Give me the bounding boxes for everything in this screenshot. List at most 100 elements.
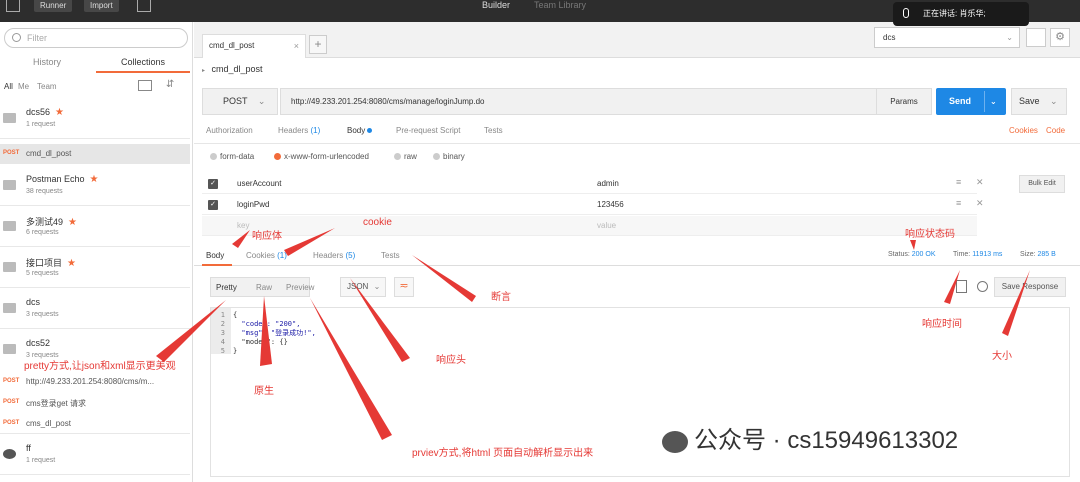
copy-icon[interactable] — [956, 280, 967, 293]
method-select[interactable]: POST ⌄ — [202, 88, 278, 115]
request-item[interactable]: POST http://49.233.201.254:8080/cms/m... — [0, 372, 190, 392]
value-placeholder[interactable]: value — [597, 221, 616, 230]
collection-count: 1 request — [26, 457, 56, 464]
new-collection-icon[interactable] — [138, 80, 152, 91]
import-button[interactable]: Import — [84, 0, 119, 12]
request-name-title[interactable]: ▸ cmd_dl_post — [202, 64, 263, 74]
params-button[interactable]: Params — [876, 88, 932, 115]
microphone-icon — [903, 8, 909, 18]
collection-item[interactable]: dcs 3 requests — [0, 288, 190, 329]
sort-icon[interactable]: ⇵ — [166, 79, 174, 90]
speaking-indicator: 正在讲话: 肖乐华; — [893, 2, 1029, 26]
collection-item[interactable]: Postman Echo ★ 38 requests — [0, 165, 190, 206]
collection-item[interactable]: 接口项目 ★ 5 requests — [0, 247, 190, 288]
chevron-down-icon[interactable]: ⌄ — [990, 88, 997, 115]
active-dot-icon — [367, 128, 373, 134]
response-tab-tests[interactable]: Tests — [381, 251, 400, 260]
format-select[interactable]: JSON ⌄ — [340, 277, 386, 297]
radio-urlencoded[interactable]: x-www-form-urlencoded — [274, 152, 369, 161]
radio-form-data[interactable]: form-data — [210, 152, 254, 161]
delete-icon[interactable]: ✕ — [976, 198, 984, 209]
tab-body[interactable]: Body — [347, 126, 373, 135]
view-pretty[interactable]: Pretty — [216, 283, 237, 292]
folder-icon — [3, 180, 16, 190]
radio-raw[interactable]: raw — [394, 152, 417, 161]
view-preview[interactable]: Preview — [286, 283, 314, 292]
key-field[interactable]: loginPwd — [237, 200, 269, 209]
request-item[interactable]: POST cms登录get 请求 — [0, 393, 190, 413]
format-value: JSON — [347, 282, 369, 291]
tab-prerequest-script[interactable]: Pre-request Script — [396, 126, 460, 135]
environment-select[interactable]: dcs ⌄ — [874, 27, 1020, 48]
url-input[interactable]: http://49.233.201.254:8080/cms/manage/lo… — [280, 88, 878, 115]
request-tab-label: cmd_dl_post — [209, 41, 255, 50]
close-icon[interactable]: × — [294, 35, 299, 57]
view-mode-group: Pretty Raw Preview — [210, 277, 314, 297]
tab-history[interactable]: History — [0, 53, 94, 73]
annotation-response-time: 响应时间 — [922, 319, 962, 330]
collection-name: dcs56 ★ — [26, 107, 64, 118]
search-icon[interactable] — [977, 281, 988, 292]
request-item[interactable]: POST cmd_dl_post — [0, 144, 190, 164]
tab-collections[interactable]: Collections — [96, 53, 190, 73]
form-row-empty: key value — [202, 216, 977, 236]
new-tab-icon[interactable] — [137, 0, 151, 12]
folder-icon — [3, 262, 16, 272]
radio-binary[interactable]: binary — [433, 152, 465, 161]
filter-team[interactable]: Team — [37, 82, 57, 91]
collection-item[interactable]: 多测试49 ★ 6 requests — [0, 206, 190, 247]
request-item[interactable]: POST cms_dl_post — [0, 414, 190, 434]
eye-icon[interactable] — [1026, 28, 1046, 47]
request-name: http://49.233.201.254:8080/cms/m... — [26, 377, 155, 386]
delete-icon[interactable]: ✕ — [976, 177, 984, 188]
value-field[interactable]: admin — [597, 179, 619, 188]
request-name: cms登录get 请求 — [26, 399, 87, 408]
tab-tests[interactable]: Tests — [484, 126, 503, 135]
cookies-link[interactable]: Cookies — [1009, 126, 1038, 135]
chevron-down-icon: ⌄ — [1050, 96, 1058, 106]
team-library-tab[interactable]: Team Library — [534, 0, 586, 11]
new-window-icon[interactable] — [6, 0, 20, 12]
annotation-preview: prviev方式,将html 页面自动解析显示出来 — [412, 448, 594, 459]
add-tab-button[interactable]: + — [309, 35, 327, 54]
filter-input[interactable]: Filter — [4, 28, 188, 48]
method-badge: POST — [3, 150, 20, 156]
key-placeholder[interactable]: key — [237, 221, 249, 230]
folder-icon — [3, 221, 16, 231]
filter-me[interactable]: Me — [18, 82, 29, 91]
annotation-size: 大小 — [992, 351, 1012, 362]
tab-authorization[interactable]: Authorization — [206, 126, 253, 135]
send-button[interactable]: Send ⌄ — [936, 88, 1006, 115]
tab-headers[interactable]: Headers (1) — [278, 126, 320, 135]
wrap-lines-icon[interactable]: ≂ — [394, 277, 414, 297]
annotation-pretty: pretty方式,让json和xml显示更美观 — [24, 361, 176, 372]
save-response-button[interactable]: Save Response — [994, 277, 1066, 297]
folder-icon — [3, 344, 16, 354]
row-checkbox[interactable]: ✓ — [208, 200, 218, 210]
code-link[interactable]: Code — [1046, 126, 1065, 135]
filter-all[interactable]: All — [4, 82, 13, 91]
chevron-down-icon: ⌄ — [373, 282, 381, 291]
view-raw[interactable]: Raw — [256, 283, 272, 292]
collection-count: 6 requests — [26, 229, 59, 236]
drag-handle-icon[interactable]: ≡ — [956, 198, 961, 208]
row-checkbox[interactable]: ✓ — [208, 179, 218, 189]
collection-item[interactable]: dcs56 ★ 1 request — [0, 98, 190, 139]
response-tab-headers[interactable]: Headers (5) — [313, 251, 355, 260]
collection-count: 38 requests — [26, 188, 63, 195]
gear-icon[interactable]: ⚙ — [1050, 28, 1070, 47]
request-tab[interactable]: cmd_dl_post × — [202, 34, 306, 58]
time-readout: Time: 11913 ms — [953, 251, 1003, 258]
drag-handle-icon[interactable]: ≡ — [956, 177, 961, 187]
response-tab-body[interactable]: Body — [206, 251, 224, 260]
form-row: ✓ loginPwd 123456 ≡ ✕ — [202, 195, 984, 215]
runner-button[interactable]: Runner — [34, 0, 73, 12]
bulk-edit-button[interactable]: Bulk Edit — [1019, 175, 1065, 193]
response-tab-cookies[interactable]: Cookies (1) — [246, 251, 287, 260]
key-field[interactable]: userAccount — [237, 179, 281, 188]
request-tabs: Authorization Headers (1) Body Pre-reque… — [194, 126, 1080, 144]
builder-tab[interactable]: Builder — [482, 0, 510, 11]
value-field[interactable]: 123456 — [597, 200, 624, 209]
save-button[interactable]: Save ⌄ — [1011, 88, 1067, 115]
collection-item[interactable]: ff 1 request — [0, 434, 190, 475]
